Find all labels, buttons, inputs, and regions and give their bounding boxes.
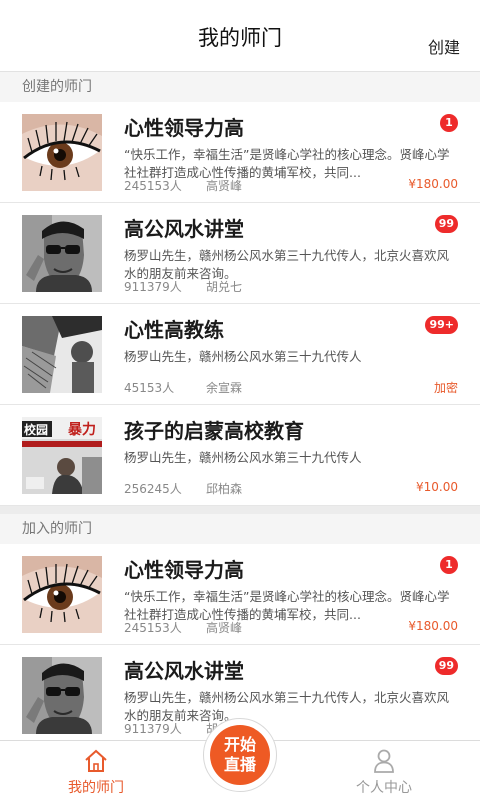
member-count: 911379人: [124, 722, 182, 736]
member-count: 245153人: [124, 179, 182, 193]
content-scroll[interactable]: 创建的师门 心性领导力高 “快乐工作，幸福生活”是贤峰心学社的核心理念。贤峰心学…: [0, 72, 480, 740]
joined-section-header: 加入的师门: [0, 514, 480, 544]
unread-badge: 99: [434, 657, 458, 675]
create-button[interactable]: 创建: [428, 34, 460, 58]
tab-profile[interactable]: 个人中心: [304, 741, 464, 800]
home-icon: [85, 749, 107, 772]
live-label-line1: 开始: [223, 735, 256, 754]
school-card[interactable]: 高公风水讲堂 杨罗山先生，赣州杨公风水第三十九代传人，北京火喜欢风水的朋友前来咨…: [0, 203, 480, 304]
school-name: 心性领导力高: [124, 116, 244, 140]
unread-badge: 99+: [425, 316, 458, 334]
member-count: 45153人: [124, 381, 175, 395]
price-label: ¥10.00: [416, 480, 458, 494]
top-bar: 我的师门 创建: [0, 0, 480, 72]
poster-text-campus: 校园: [24, 422, 48, 437]
school-thumbnail: 暴力 校园: [22, 417, 102, 494]
price-label: 加密: [433, 381, 458, 395]
school-thumbnail: [22, 657, 102, 734]
unread-badge: 1: [440, 114, 458, 132]
school-thumbnail: [22, 316, 102, 393]
person-icon: [374, 749, 394, 773]
section-divider: [0, 506, 480, 514]
start-live-button[interactable]: 开始 直播: [210, 725, 270, 785]
school-name: 心性高教练: [124, 318, 224, 342]
owner-name: 余宣霖: [206, 381, 243, 395]
member-count: 256245人: [124, 482, 182, 496]
school-thumbnail: [22, 215, 102, 292]
tab-my-school[interactable]: 我的师门: [16, 741, 176, 800]
tab-my-school-label: 我的师门: [68, 780, 124, 796]
created-list: 心性领导力高 “快乐工作，幸福生活”是贤峰心学社的核心理念。贤峰心学社社群打造成…: [0, 102, 480, 506]
app-screen: 我的师门 创建 创建的师门 心性领导力高 “快乐工作，幸福生活”是贤峰心学社的核…: [0, 0, 480, 800]
owner-name: 高贤峰: [206, 179, 243, 193]
school-card[interactable]: 暴力 校园 孩子的启蒙高校教育 杨罗山先生，赣州杨公风水第三十九代传人 2562…: [0, 405, 480, 506]
school-name: 孩子的启蒙高校教育: [124, 419, 304, 443]
price-label: ¥180.00: [408, 177, 458, 191]
price-label: ¥180.00: [408, 619, 458, 633]
unread-badge: 1: [440, 556, 458, 574]
page-title: 我的师门: [198, 26, 282, 50]
school-card[interactable]: 心性领导力高 “快乐工作，幸福生活”是贤峰心学社的核心理念。贤峰心学社社群打造成…: [0, 544, 480, 645]
tab-profile-label: 个人中心: [356, 780, 412, 796]
unread-badge: 99: [434, 215, 458, 233]
owner-name: 胡兑七: [206, 280, 243, 294]
school-thumbnail: [22, 114, 102, 191]
school-card[interactable]: 心性高教练 杨罗山先生，赣州杨公风水第三十九代传人 45153人 余宣霖 加密 …: [0, 304, 480, 405]
owner-name: 邱柏森: [206, 482, 243, 496]
live-label-line2: 直播: [223, 755, 256, 774]
member-count: 245153人: [124, 621, 182, 635]
school-name: 心性领导力高: [124, 558, 244, 582]
school-name: 高公风水讲堂: [124, 217, 244, 241]
member-count: 911379人: [124, 280, 182, 294]
school-card[interactable]: 心性领导力高 “快乐工作，幸福生活”是贤峰心学社的核心理念。贤峰心学社社群打造成…: [0, 102, 480, 203]
owner-name: 高贤峰: [206, 621, 243, 635]
school-name: 高公风水讲堂: [124, 659, 244, 683]
poster-text-violence: 暴力: [67, 421, 96, 438]
created-section-header: 创建的师门: [0, 72, 480, 102]
joined-list: 心性领导力高 “快乐工作，幸福生活”是贤峰心学社的核心理念。贤峰心学社社群打造成…: [0, 544, 480, 740]
school-thumbnail: [22, 556, 102, 633]
